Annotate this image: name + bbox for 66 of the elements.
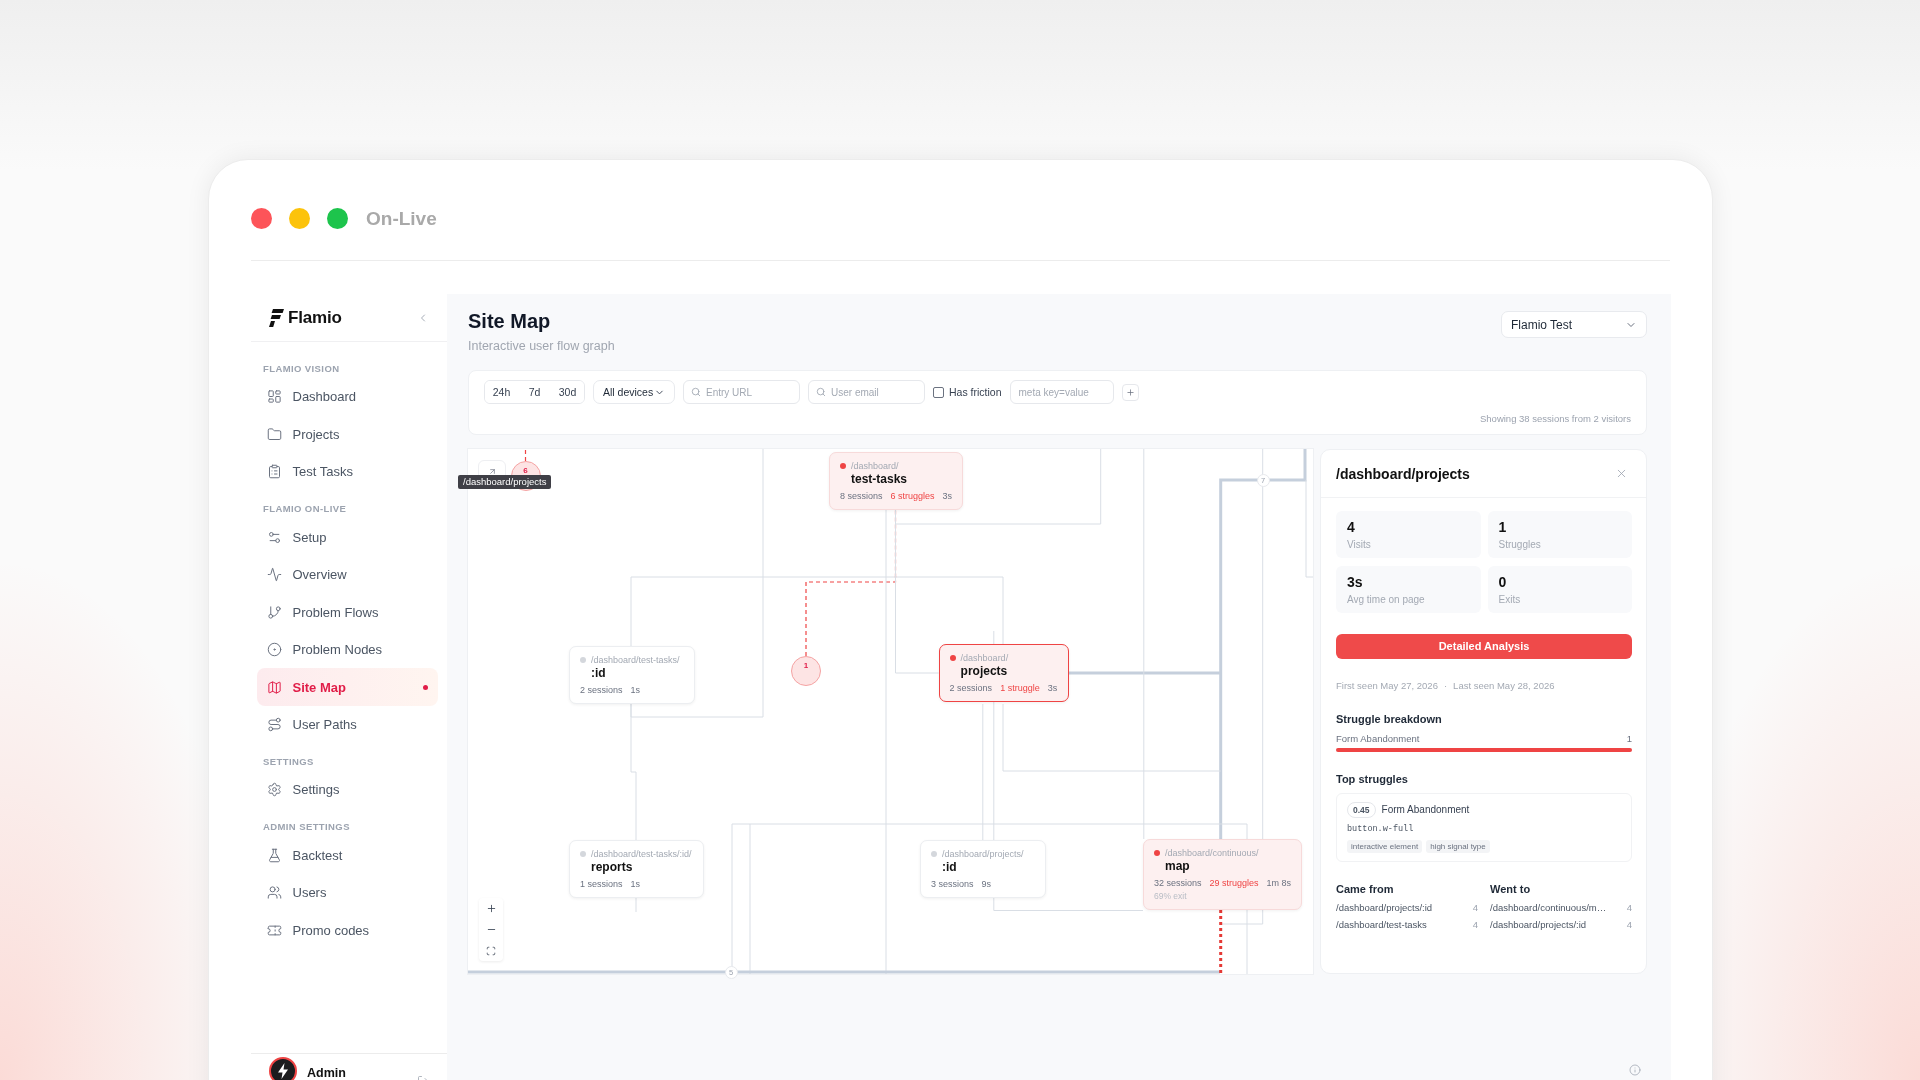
page-subtitle: Interactive user flow graph <box>468 338 615 355</box>
node-title: reports <box>591 860 634 875</box>
session-summary: Showing 38 sessions from 2 visitors <box>1480 413 1631 424</box>
stat-value: 1 <box>1498 519 1508 536</box>
node-title: map <box>1165 859 1191 874</box>
section-label: SETTINGS <box>262 755 315 769</box>
section-label: FLAMIO VISION <box>262 362 341 376</box>
node-path: /dashboard/ <box>960 652 1009 664</box>
node-path: /dashboard/ <box>851 460 899 472</box>
stat-label: Exits <box>1498 593 1522 608</box>
signal-tag: high signal type <box>1426 839 1490 853</box>
stat-label: Struggles <box>1498 538 1542 552</box>
stat-label: Visits <box>1347 538 1372 552</box>
duration-text: 1m 8s <box>1266 877 1292 889</box>
window-title: On-Live <box>366 208 437 229</box>
node-path: /dashboard/continuous/ <box>1165 847 1259 859</box>
session-count: 8 sessions <box>840 490 883 502</box>
session-count: 3 sessions <box>931 878 974 890</box>
first-seen-date: First seen May 27, 2026 <box>1336 678 1438 693</box>
node-tooltip: /dashboard/projects <box>458 475 552 489</box>
node-path: /dashboard/test-tasks/ <box>591 654 680 666</box>
panel-title: /dashboard/projects <box>1336 465 1470 482</box>
brand-name: Flamio <box>288 307 342 328</box>
struggle-count: 29 struggles <box>1209 877 1259 889</box>
visit-count: 4 <box>1626 918 1632 933</box>
node-title: :id <box>942 860 958 875</box>
struggle-count: 1 struggle <box>1000 682 1040 694</box>
visit-count: 4 <box>1472 900 1478 915</box>
duration-text: 3s <box>1047 682 1058 694</box>
stat-value: 0 <box>1498 574 1508 592</box>
visit-count: 4 <box>1626 900 1632 915</box>
css-selector: button.w-full <box>1347 822 1415 835</box>
page-title: Site Map <box>468 309 552 334</box>
node-title: test-tasks <box>851 472 909 487</box>
stat-label: Avg time on page <box>1347 593 1426 608</box>
section-heading: Went to <box>1490 881 1532 896</box>
date-separator: · <box>1443 678 1448 693</box>
node-title: projects <box>960 664 1009 679</box>
section-heading: Came from <box>1336 881 1395 896</box>
section-heading: Struggle breakdown <box>1336 711 1443 726</box>
visit-count: 4 <box>1472 918 1478 933</box>
session-count: 2 sessions <box>949 682 993 694</box>
session-count: 32 sessions <box>1154 877 1202 889</box>
section-label: ADMIN SETTINGS <box>262 820 351 835</box>
section-label: FLAMIO ON-LIVE <box>262 502 348 517</box>
checkbox-label: Has friction <box>949 386 1002 398</box>
struggle-type-label: Form Abandonment <box>1336 731 1420 746</box>
node-path: /dashboard/projects/ <box>942 848 1024 860</box>
struggle-name: Form Abandonment <box>1381 802 1470 817</box>
section-heading: Top struggles <box>1336 771 1409 786</box>
exit-rate: 69% exit <box>1154 890 1188 902</box>
node-title: :id <box>591 666 607 681</box>
struggle-count: 6 struggles <box>890 490 935 502</box>
duration-text: 1s <box>630 684 641 696</box>
node-path: /dashboard/test-tasks/:id/ <box>591 848 692 860</box>
duration-text: 1s <box>630 878 641 890</box>
session-count: 2 sessions <box>580 684 623 696</box>
last-seen-date: Last seen May 28, 2026 <box>1453 678 1555 693</box>
stat-value: 4 <box>1347 519 1356 536</box>
stat-value: 3s <box>1347 574 1364 592</box>
struggle-total: 1 <box>1626 731 1632 746</box>
duration-text: 3s <box>942 490 953 502</box>
user-name: Admin <box>307 1066 347 1080</box>
signal-tag: interactive element <box>1347 839 1423 853</box>
duration-text: 9s <box>981 878 992 890</box>
session-count: 1 sessions <box>580 878 623 890</box>
